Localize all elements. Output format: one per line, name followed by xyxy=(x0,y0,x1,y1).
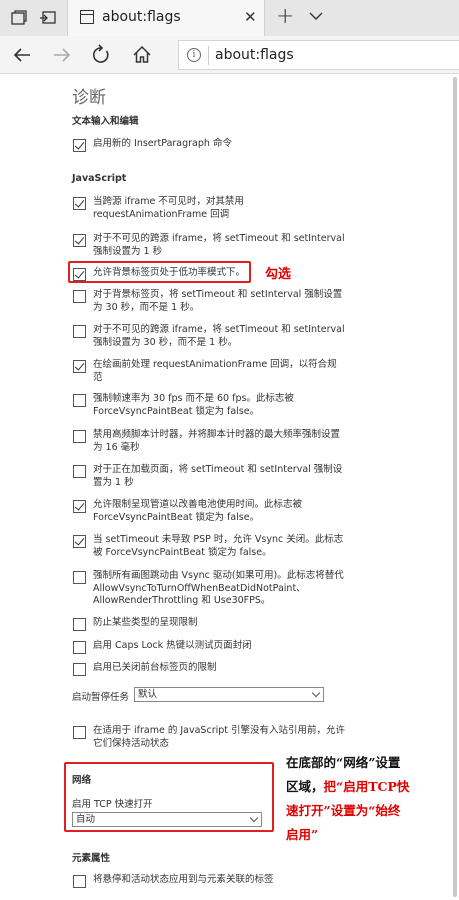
flag-label: 对于背景标签页，将 setTimeout 和 setInterval 强制设置为… xyxy=(93,289,343,313)
annotation-check: 勾选 xyxy=(265,267,292,282)
flag-label: 禁用高频脚本计时器，并将脚本计时器的最大频率强制设置为 16 毫秒 xyxy=(93,429,341,453)
annotation-network-instructions: 在底部的“网络”设置 区域，把“启用TCP快 速打开”设置为“始终 启用” xyxy=(286,751,451,847)
checkbox[interactable] xyxy=(73,430,86,443)
checkbox[interactable] xyxy=(73,641,86,654)
checkbox[interactable] xyxy=(73,197,86,210)
annotation-line: 在底部的“网络”设置 xyxy=(286,755,401,770)
select-value: 默认 xyxy=(138,689,158,700)
checkbox[interactable] xyxy=(73,290,86,303)
tab-restore-icon[interactable] xyxy=(38,8,58,28)
tab-set-aside-icon[interactable] xyxy=(9,8,29,28)
flag-label: 当跨源 iframe 不可见时，对其禁用 requestAnimationFra… xyxy=(93,196,244,220)
flag-label: 强制帧速率为 30 fps 而不是 60 fps。此标志被 ForceVsync… xyxy=(93,393,294,417)
checkbox[interactable] xyxy=(73,325,86,338)
chevron-down-icon[interactable] xyxy=(308,8,324,28)
home-icon[interactable] xyxy=(130,43,154,67)
flag-label: 防止某些类型的呈现限制 xyxy=(93,617,198,628)
flag-label: 启用新的 InsertParagraph 命令 xyxy=(93,138,232,149)
flag-label: 在绘画前处理 requestAnimationFrame 回调，以符合规范 xyxy=(93,359,337,383)
close-tab-icon[interactable]: ✕ xyxy=(244,9,257,25)
forward-icon[interactable] xyxy=(50,43,74,67)
flag-label: 允许限制呈现管道以改善电池使用时间。此标志被 ForceVsyncPaintBe… xyxy=(93,499,303,523)
checkbox[interactable] xyxy=(73,726,86,739)
scrollbar-thumb[interactable] xyxy=(453,77,457,897)
startup-tasks-select[interactable]: 默认 xyxy=(134,687,324,702)
tab-title: about:flags xyxy=(102,9,181,25)
flag-label: 对于不可见的跨源 iframe，将 setTimeout 和 setInterv… xyxy=(93,324,345,348)
checkbox[interactable] xyxy=(73,500,86,513)
address-divider xyxy=(208,46,209,65)
flag-label: 启用已关闭前台标签页的限制 xyxy=(93,662,217,673)
checkbox[interactable] xyxy=(73,139,86,152)
annotation-line-red: 启用” xyxy=(286,827,319,842)
flag-label: 强制所有画图跳动由 Vsync 驱动(如果可用)。此标志将替代 AllowVsy… xyxy=(93,570,344,606)
back-icon[interactable] xyxy=(10,43,34,67)
page-icon xyxy=(80,10,94,24)
checkbox[interactable] xyxy=(73,535,86,548)
flag-label: 对于不可见的跨源 iframe，将 setTimeout 和 setInterv… xyxy=(93,233,345,257)
chevron-down-icon xyxy=(311,688,321,698)
annotation-line-red: 速打开”设置为“始终 xyxy=(286,803,401,818)
info-icon[interactable]: i xyxy=(187,48,201,62)
section-text-input: 文本输入和编辑 xyxy=(72,116,139,127)
checkbox[interactable] xyxy=(73,618,86,631)
annotation-text: 区域， xyxy=(286,779,324,794)
section-elements: 元素属性 xyxy=(72,853,111,864)
highlight-box-network xyxy=(64,762,274,832)
tab-strip: about:flags ✕ + xyxy=(0,0,459,36)
startup-tasks-label: 启动暂停任务 xyxy=(72,692,130,703)
flag-label: 启用 Caps Lock 热键以测试页面封闭 xyxy=(93,640,252,651)
scrollbar[interactable] xyxy=(451,75,459,900)
flag-label: 对于正在加载页面，将 setTimeout 和 setInterval 强制设置… xyxy=(93,464,343,488)
annotation-text-red: 把“启用TCP快 xyxy=(323,779,410,794)
refresh-icon[interactable] xyxy=(89,43,113,67)
flag-label: 在适用于 iframe 的 JavaScript 引擎没有入站引用前，允许它们保… xyxy=(93,725,346,749)
checkbox[interactable] xyxy=(73,875,86,888)
flag-label: 当 setTimeout 未导致 PSP 时，允许 Vsync 关闭。此标志被 … xyxy=(93,534,344,558)
checkbox[interactable] xyxy=(73,465,86,478)
checkbox[interactable] xyxy=(73,360,86,373)
page-title: 诊断 xyxy=(72,88,106,108)
highlight-box-low-power xyxy=(68,261,251,283)
annotation-line: 区域，把“启用TCP快 xyxy=(286,775,451,799)
checkbox[interactable] xyxy=(73,234,86,247)
navigation-bar: i about:flags xyxy=(0,36,459,74)
address-text[interactable]: about:flags xyxy=(215,47,294,63)
address-bar[interactable]: i about:flags xyxy=(178,40,459,70)
checkbox[interactable] xyxy=(73,394,86,407)
checkbox[interactable] xyxy=(73,571,86,584)
active-tab[interactable]: about:flags ✕ xyxy=(67,0,265,36)
section-javascript: JavaScript xyxy=(72,173,127,184)
checkbox[interactable] xyxy=(73,663,86,676)
flag-label: 将悬停和活动状态应用到与元素关联的标签 xyxy=(93,874,274,885)
flags-page: 诊断 文本输入和编辑 启用新的 InsertParagraph 命令 JavaS… xyxy=(0,75,459,900)
new-tab-icon[interactable]: + xyxy=(276,4,294,29)
